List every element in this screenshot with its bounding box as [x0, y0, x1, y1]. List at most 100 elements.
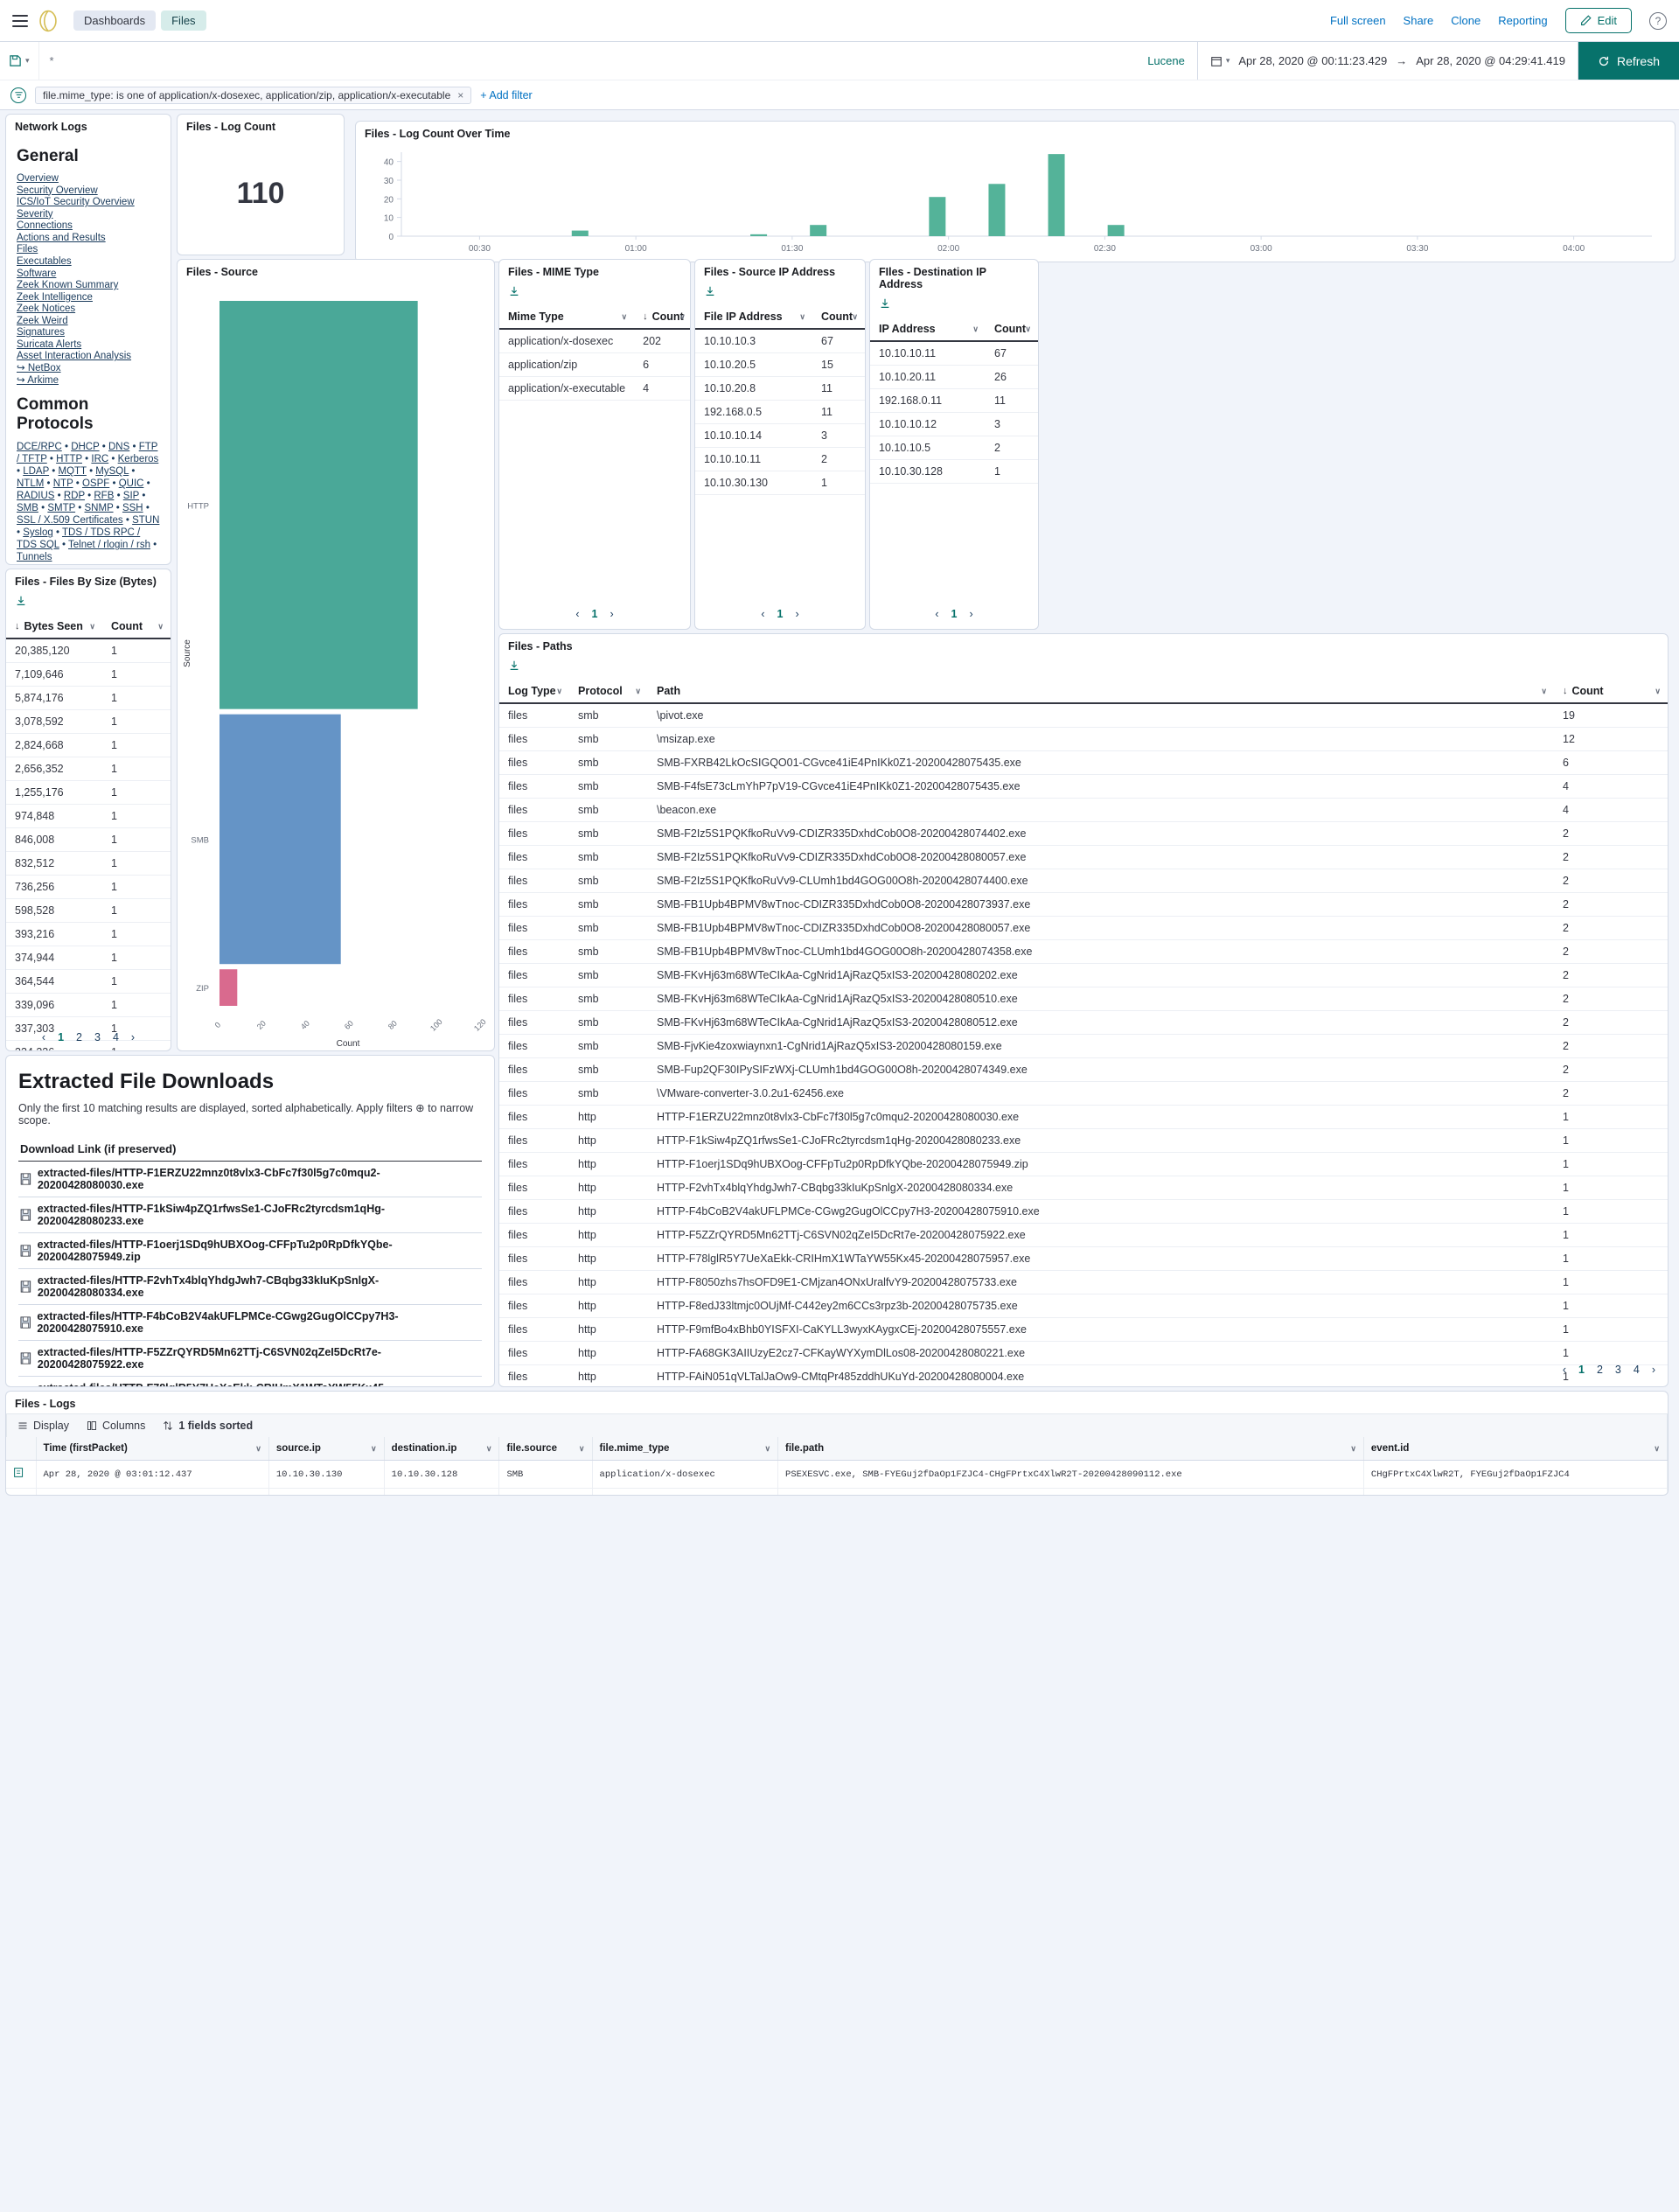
- nav-item-executables[interactable]: Executables: [17, 256, 160, 269]
- extracted-file-link[interactable]: extracted-files/HTTP-F5ZZrQYRD5Mn62TTj-C…: [38, 1346, 480, 1371]
- column-header-count[interactable]: ↓ Count ∨: [1554, 680, 1668, 704]
- table-row[interactable]: 10.10.10.14 3: [695, 423, 865, 448]
- table-row[interactable]: files http HTTP-F9mfBo4xBhb0YISFXI-CaKYLL3…: [499, 1317, 1668, 1342]
- column-header-count[interactable]: Count ∨: [102, 615, 171, 639]
- source-bar[interactable]: [219, 969, 238, 1006]
- nav-proto-mqtt[interactable]: MQTT: [59, 466, 87, 477]
- extracted-file-link[interactable]: extracted-files/HTTP-F2vhTx4blqYhdgJwh7-…: [38, 1274, 480, 1299]
- nav-proto-dce-rpc[interactable]: DCE/RPC: [17, 442, 62, 452]
- pager-prev-icon[interactable]: ‹: [1563, 1364, 1566, 1376]
- pager-page-2[interactable]: 2: [76, 1031, 82, 1043]
- chevron-down-icon[interactable]: ∨: [799, 312, 805, 322]
- column-header-path[interactable]: Path ∨: [648, 680, 1554, 704]
- nav-proto-mysql[interactable]: MySQL: [95, 466, 129, 477]
- table-row[interactable]: 374,944 1: [6, 946, 171, 970]
- column-header-count[interactable]: ↓ Count ∨: [634, 305, 690, 330]
- download-icon-mime[interactable]: [499, 282, 690, 305]
- extracted-file-row[interactable]: extracted-files/HTTP-F1ERZU22mnz0t8vlx3-…: [18, 1162, 482, 1197]
- table-row[interactable]: files smb \beacon.exe 4: [499, 798, 1668, 822]
- extracted-file-row[interactable]: extracted-files/HTTP-F4bCoB2V4akUFLPMCe-…: [18, 1305, 482, 1341]
- table-row[interactable]: files http HTTP-F1kSiw4pZQ1rfwsSe1-CJoFRc2…: [499, 1128, 1668, 1153]
- table-row[interactable]: files smb SMB-FKvHj63m68WTeCIkAa-CgNrid1Aj…: [499, 1010, 1668, 1035]
- table-row[interactable]: files http HTTP-F1ERZU22mnz0t8vlx3-CbFc7f3…: [499, 1105, 1668, 1129]
- pager-next-icon[interactable]: ›: [795, 608, 798, 620]
- edit-button[interactable]: Edit: [1564, 8, 1632, 33]
- column-header-count[interactable]: Count ∨: [812, 305, 865, 330]
- nav-proto-syslog[interactable]: Syslog: [23, 527, 53, 538]
- table-row[interactable]: 2,824,668 1: [6, 733, 171, 757]
- column-header-file-source[interactable]: file.source ∨: [498, 1437, 593, 1461]
- breadcrumb-dashboards[interactable]: Dashboards: [73, 10, 157, 31]
- nav-item-files[interactable]: Files: [17, 244, 160, 256]
- column-header-event-id[interactable]: event.id ∨: [1363, 1437, 1668, 1461]
- help-icon[interactable]: ?: [1649, 11, 1667, 30]
- pager-prev-icon[interactable]: ‹: [42, 1031, 45, 1043]
- refresh-button[interactable]: Refresh: [1578, 42, 1679, 80]
- column-header-time-firstpacket[interactable]: Time (firstPacket) ∨: [36, 1437, 269, 1461]
- mime-type-table[interactable]: Mime Type ∨ ↓ Count ∨ application/x-dosexec 20…: [499, 305, 690, 401]
- nav-item-asset-interaction-analysis[interactable]: Asset Interaction Analysis: [17, 351, 160, 363]
- nav-proto-rdp[interactable]: RDP: [64, 491, 85, 501]
- table-row[interactable]: 10.10.10.11 2: [695, 447, 865, 471]
- table-row[interactable]: files smb SMB-F2Iz5S1PQKfkoRuVv9-CDIZR335D…: [499, 821, 1668, 846]
- pager-next-icon[interactable]: ›: [969, 608, 972, 620]
- nav-proto-dns[interactable]: DNS: [108, 442, 129, 452]
- pager-next-icon[interactable]: ›: [610, 608, 613, 620]
- filter-pill-mime-type[interactable]: file.mime_type: is one of application/x-…: [35, 86, 472, 104]
- chevron-down-icon[interactable]: ∨: [89, 622, 95, 632]
- table-row[interactable]: 10.10.20.5 15: [695, 352, 865, 377]
- table-row[interactable]: 192.168.0.5 11: [695, 400, 865, 424]
- nav-item-zeek-notices[interactable]: Zeek Notices: [17, 304, 160, 316]
- extracted-file-link[interactable]: extracted-files/HTTP-F78lglR5Y7UeXaEkk-C…: [38, 1382, 480, 1386]
- table-row[interactable]: files smb SMB-FjvKie4zoxwiaynxn1-CgNrid1Aj…: [499, 1034, 1668, 1058]
- pager-source-ip[interactable]: ‹ 1 ›: [695, 603, 865, 625]
- expand-row-icon[interactable]: [6, 1460, 37, 1489]
- pager-files-paths[interactable]: ‹ 1 2 3 4 ›: [1563, 1358, 1655, 1381]
- table-row[interactable]: files http HTTP-FAiN051qVLTalJaOw9-CMtqPr4…: [499, 1364, 1668, 1386]
- table-row[interactable]: 5,874,176 1: [6, 686, 171, 710]
- nav-proto-smb[interactable]: SMB: [17, 503, 38, 513]
- nav-proto-smtp[interactable]: SMTP: [47, 503, 75, 513]
- display-button[interactable]: Display: [17, 1420, 69, 1432]
- table-row[interactable]: files smb SMB-F2Iz5S1PQKfkoRuVv9-CDIZR335D…: [499, 845, 1668, 869]
- source-ip-table[interactable]: File IP Address ∨ Count ∨ 10.10.10.3 67 10.10.…: [695, 305, 865, 495]
- table-row[interactable]: files http HTTP-F1oerj1SDq9hUBXOog-CFFpTu2…: [499, 1152, 1668, 1176]
- extracted-file-row[interactable]: extracted-files/HTTP-F78lglR5Y7UeXaEkk-C…: [18, 1377, 482, 1386]
- extracted-file-link[interactable]: extracted-files/HTTP-F1kSiw4pZQ1rfwsSe1-…: [38, 1203, 480, 1227]
- pager-mime[interactable]: ‹ 1 ›: [499, 603, 690, 625]
- extracted-file-row[interactable]: extracted-files/HTTP-F5ZZrQYRD5Mn62TTj-C…: [18, 1341, 482, 1377]
- chevron-down-icon[interactable]: ∨: [486, 1444, 492, 1454]
- pager-page-4[interactable]: 4: [113, 1031, 119, 1043]
- table-row[interactable]: 393,216 1: [6, 922, 171, 946]
- nav-item-actions-and-results[interactable]: Actions and Results: [17, 233, 160, 245]
- table-row[interactable]: 10.10.30.130 1: [695, 471, 865, 495]
- column-header-count[interactable]: Count ∨: [986, 317, 1038, 342]
- table-row[interactable]: files http HTTP-F8edJ33ltmjc0OUjMf-C442ey2…: [499, 1294, 1668, 1318]
- table-row[interactable]: 832,512 1: [6, 851, 171, 876]
- extracted-file-link[interactable]: extracted-files/HTTP-F1oerj1SDq9hUBXOog-…: [38, 1239, 480, 1263]
- query-language-button[interactable]: Lucene: [1135, 42, 1197, 80]
- column-header-file-mime-type[interactable]: file.mime_type ∨: [592, 1437, 779, 1461]
- nav-item-connections[interactable]: Connections: [17, 220, 160, 233]
- source-bar[interactable]: [219, 301, 418, 709]
- pager-prev-icon[interactable]: ‹: [575, 608, 579, 620]
- nav-proto-ssl-x-509-certificates[interactable]: SSL / X.509 Certificates: [17, 515, 123, 526]
- pager-page-3[interactable]: 3: [94, 1031, 101, 1043]
- table-row[interactable]: application/x-executable 4: [499, 376, 690, 401]
- table-row[interactable]: files smb \pivot.exe 19: [499, 703, 1668, 728]
- files-by-size-table[interactable]: ↓ Bytes Seen ∨ Count ∨ 20,385,120 1 7,109,646 1 5…: [6, 615, 171, 1050]
- table-row[interactable]: 10.10.30.128 1: [870, 459, 1038, 484]
- source-bar[interactable]: [219, 714, 341, 965]
- columns-button[interactable]: Columns: [87, 1420, 145, 1432]
- nav-proto-irc[interactable]: IRC: [91, 454, 108, 464]
- files-logs-table[interactable]: Time (firstPacket) ∨ source.ip ∨ destination…: [6, 1437, 1668, 1495]
- extracted-file-link[interactable]: extracted-files/HTTP-F1ERZU22mnz0t8vlx3-…: [38, 1167, 480, 1191]
- nav-proto-rfb[interactable]: RFB: [94, 491, 114, 501]
- histogram-bar[interactable]: [929, 197, 946, 236]
- table-row[interactable]: files http HTTP-FA68GK3AIIUzyE2cz7-CFKayWY…: [499, 1341, 1668, 1365]
- table-row[interactable]: application/x-dosexec 202: [499, 329, 690, 353]
- nav-item-zeek-known-summary[interactable]: Zeek Known Summary: [17, 280, 160, 292]
- chevron-down-icon[interactable]: ∨: [972, 324, 979, 334]
- nav-proto-snmp[interactable]: SNMP: [85, 503, 114, 513]
- table-row[interactable]: 2,656,352 1: [6, 757, 171, 781]
